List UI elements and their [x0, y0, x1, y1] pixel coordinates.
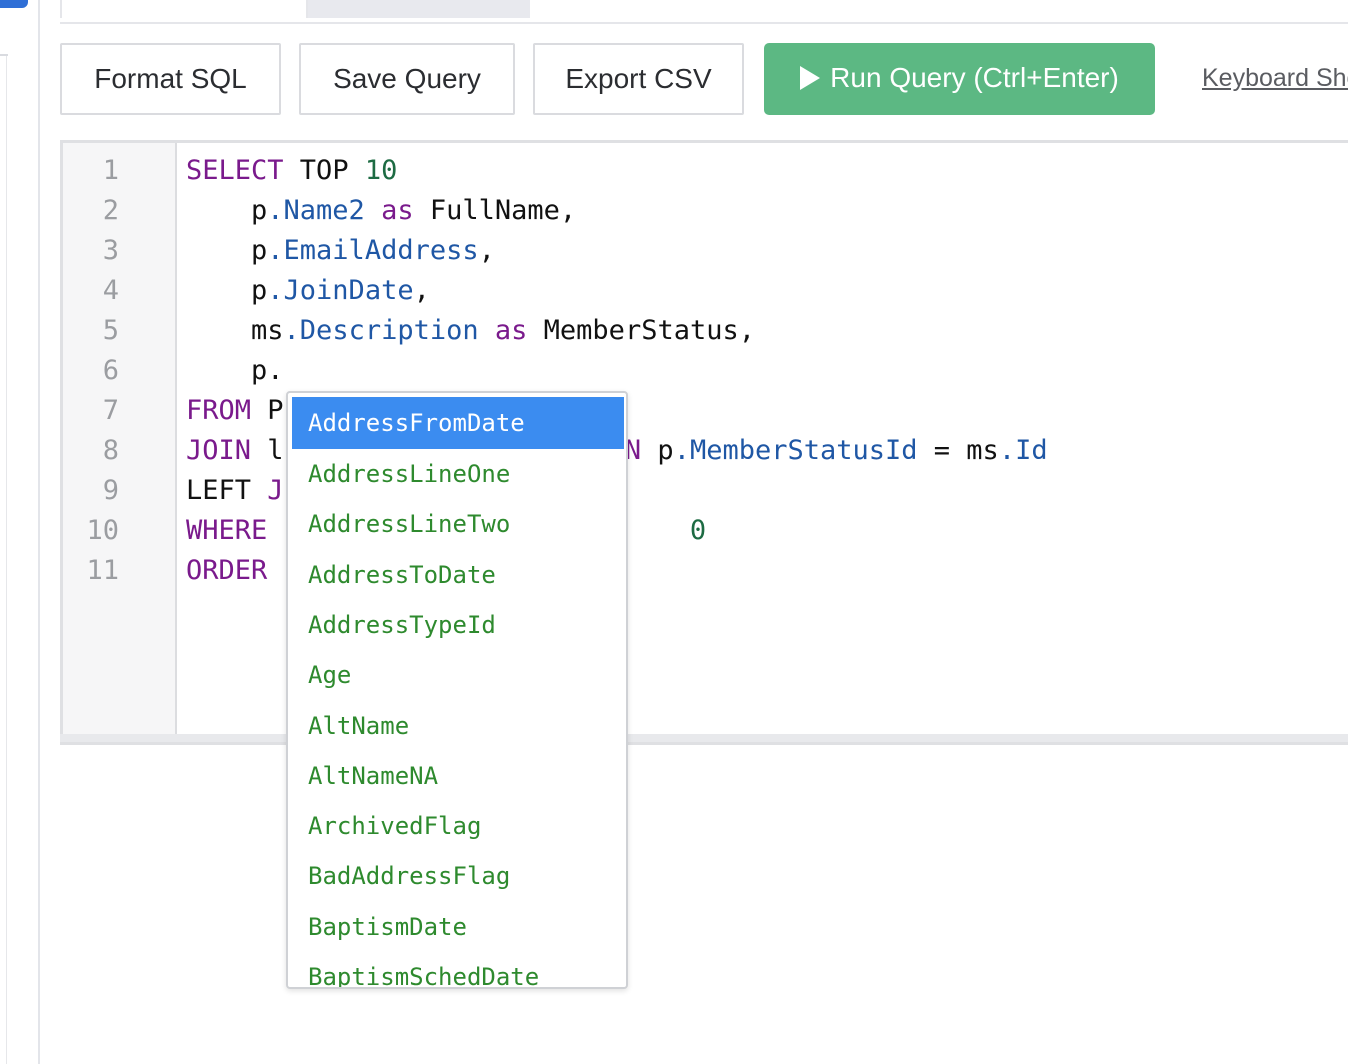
code-token: J: [251, 475, 284, 506]
line-number: 6: [102, 355, 119, 386]
code-token: p: [186, 275, 268, 306]
code-token: FROM: [186, 395, 252, 426]
query-tab-strip: [60, 0, 1348, 24]
code-token: 10: [364, 155, 398, 186]
line-number: 4: [102, 275, 119, 306]
code-token: WHERE: [186, 515, 268, 546]
code-token: p: [186, 235, 268, 266]
code-token: FullName,: [413, 195, 577, 226]
code-line: FROM P: [186, 391, 284, 431]
code-token: ms: [186, 315, 284, 346]
code-token: .EmailAddress: [267, 235, 479, 266]
run-query-label: Run Query (Ctrl+Enter): [830, 61, 1119, 93]
line-number: 8: [102, 435, 119, 466]
code-token: = ms: [917, 435, 999, 466]
code-token: p: [186, 195, 268, 226]
code-token: LEFT: [186, 475, 252, 506]
autocomplete-item[interactable]: BaptismSchedDate: [292, 952, 624, 987]
code-token: JOIN: [186, 435, 252, 466]
autocomplete-dropdown[interactable]: AddressFromDate AddressLineOne AddressLine…: [286, 391, 628, 989]
code-line: p.Name2 as FullName,: [186, 191, 576, 231]
code-token: ORDER: [186, 555, 268, 586]
code-token: .Name2: [267, 195, 365, 226]
line-number: 11: [86, 555, 119, 586]
code-line: SELECT TOP 10: [186, 151, 397, 191]
code-token: TOP: [283, 155, 365, 186]
line-number: 3: [102, 235, 119, 266]
autocomplete-item[interactable]: AddressLineOne: [292, 449, 624, 499]
line-number-gutter: 1 2 3 4 5 6 7 8 9 10 11: [63, 143, 177, 735]
code-line: ORDER: [186, 551, 267, 591]
line-number: 10: [86, 515, 119, 546]
autocomplete-item[interactable]: AddressToDate: [292, 550, 624, 600]
code-line: p.: [186, 351, 284, 391]
line-number: 2: [102, 195, 119, 226]
code-token: p: [641, 435, 674, 466]
autocomplete-item[interactable]: AltNameNA: [292, 751, 624, 801]
line-number: 7: [102, 395, 119, 426]
autocomplete-item-selected[interactable]: AddressFromDate: [292, 397, 624, 449]
code-token: p.: [186, 355, 284, 386]
code-token: ,: [413, 275, 430, 306]
query-tab-inactive[interactable]: [308, 0, 530, 18]
autocomplete-item[interactable]: Age: [292, 650, 624, 700]
run-query-button[interactable]: Run Query (Ctrl+Enter): [764, 43, 1155, 115]
code-token: l: [251, 435, 284, 466]
code-token: SELECT: [186, 155, 284, 186]
autocomplete-item[interactable]: BaptismDate: [292, 902, 624, 952]
keyboard-shortcuts-link[interactable]: Keyboard Sho: [1202, 64, 1348, 93]
autocomplete-item[interactable]: AltName: [292, 701, 624, 751]
active-nav-indicator: [0, 0, 28, 8]
autocomplete-item[interactable]: BadAddressFlag: [292, 851, 624, 901]
autocomplete-item[interactable]: AddressTypeId: [292, 600, 624, 650]
line-number: 9: [102, 475, 119, 506]
autocomplete-item[interactable]: ArchivedFlag: [292, 801, 624, 851]
play-icon: [800, 65, 821, 90]
format-sql-button[interactable]: Format SQL: [60, 43, 281, 115]
code-token: P: [251, 395, 284, 426]
code-token: .Id: [998, 435, 1048, 466]
export-csv-button[interactable]: Export CSV: [533, 43, 744, 115]
sql-editor[interactable]: 1 2 3 4 5 6 7 8 9 10 11 SELECT TOP 10 p.Name2 as F…: [60, 140, 1348, 745]
save-query-button[interactable]: Save Query: [299, 43, 515, 115]
code-line: p.EmailAddress,: [186, 231, 495, 271]
code-token: as: [364, 195, 414, 226]
sidebar-line: [6, 56, 7, 1064]
editor-resize-bar[interactable]: [60, 734, 1348, 742]
line-number: 5: [102, 315, 119, 346]
code-line: p.JoinDate,: [186, 271, 430, 311]
autocomplete-item[interactable]: AddressLineTwo: [292, 499, 624, 549]
code-token: .Description: [283, 315, 479, 346]
code-line: ms.Description as MemberStatus,: [186, 311, 755, 351]
code-token: .MemberStatusId: [673, 435, 918, 466]
code-token: as: [478, 315, 528, 346]
code-line: LEFT J: [186, 471, 284, 511]
code-token: MemberStatus,: [527, 315, 755, 346]
code-token: .JoinDate: [267, 275, 414, 306]
code-token: ,: [478, 235, 495, 266]
line-number: 1: [102, 155, 119, 186]
query-tab-active[interactable]: [60, 0, 308, 18]
